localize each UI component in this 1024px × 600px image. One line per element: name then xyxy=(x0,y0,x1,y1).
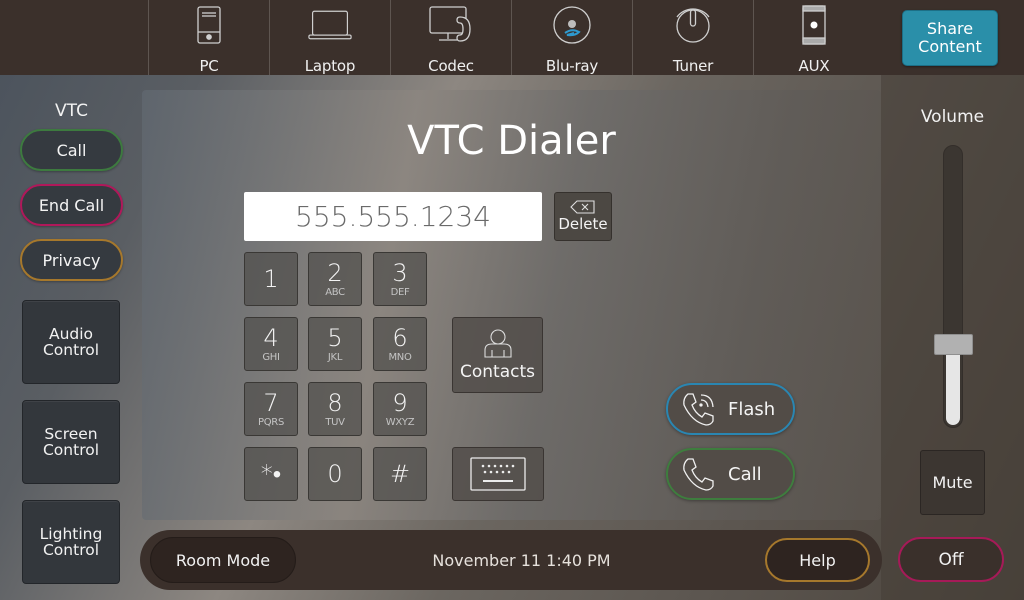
dial-number-input[interactable] xyxy=(244,192,542,241)
key-digit: 5 xyxy=(327,324,343,352)
tuner-knob-icon xyxy=(671,5,715,45)
key-digit: 6 xyxy=(392,324,408,352)
source-laptop-button[interactable]: Laptop xyxy=(269,0,390,75)
key-digit: 0 xyxy=(327,460,343,488)
key-letters: GHI xyxy=(262,352,280,363)
key-digit: 3 xyxy=(392,259,408,287)
phone-flash-icon xyxy=(683,393,714,426)
volume-label: Volume xyxy=(920,107,985,127)
key-digit: 1 xyxy=(263,265,279,293)
dialer-panel: VTC Dialer Delete 12ABC3DEF4GHI5JKL6MNO7… xyxy=(142,90,881,520)
person-icon xyxy=(483,329,512,358)
dial-call-button[interactable]: Call xyxy=(666,448,795,500)
source-label: Laptop xyxy=(304,57,356,75)
key-digit: *• xyxy=(260,460,282,488)
flash-button[interactable]: Flash xyxy=(666,383,795,435)
source-pc-button[interactable]: PC xyxy=(148,0,269,75)
end-call-button[interactable]: End Call xyxy=(20,184,123,226)
contacts-label: Contacts xyxy=(460,362,535,382)
volume-slider-track[interactable] xyxy=(943,145,963,428)
keypad-key[interactable]: 3 DEF xyxy=(373,252,427,306)
vtc-call-button[interactable]: Call xyxy=(20,129,123,171)
audio-control-button[interactable]: Audio Control xyxy=(22,300,120,384)
key-digit: 4 xyxy=(263,324,279,352)
laptop-icon xyxy=(308,5,352,45)
flash-label: Flash xyxy=(728,398,776,420)
share-content-button[interactable]: Share Content xyxy=(902,10,998,66)
codec-monitor-icon xyxy=(429,5,473,45)
datetime-display: November 11 1:40 PM xyxy=(432,551,611,570)
key-letters: JKL xyxy=(327,352,343,363)
source-label: Codec xyxy=(428,57,474,75)
delete-button[interactable]: Delete xyxy=(554,192,612,241)
keypad-key[interactable]: 4 GHI xyxy=(244,317,298,371)
source-label: Blu-ray xyxy=(545,57,599,75)
key-digit: 8 xyxy=(327,389,343,417)
key-digit: 9 xyxy=(392,389,408,417)
bottom-bar: Room Mode November 11 1:40 PM Help xyxy=(140,530,882,590)
key-letters: DEF xyxy=(390,287,410,298)
backspace-icon xyxy=(570,200,595,214)
screen-control-button[interactable]: Screen Control xyxy=(22,400,120,484)
lighting-control-button[interactable]: Lighting Control xyxy=(22,500,120,584)
screen-control-label: Screen Control xyxy=(42,425,100,459)
source-bar: PC Laptop Codec Blu-ray Tuner AUX Share … xyxy=(0,0,1024,75)
keypad-key[interactable]: 6 MNO xyxy=(373,317,427,371)
aux-phone-icon xyxy=(792,5,836,45)
delete-label: Delete xyxy=(558,215,608,233)
volume-slider-fill xyxy=(946,343,960,425)
lighting-control-label: Lighting Control xyxy=(39,525,103,559)
source-label: PC xyxy=(199,57,219,75)
contacts-button[interactable]: Contacts xyxy=(452,317,543,393)
bluray-disc-icon xyxy=(550,5,594,45)
source-bluray-button[interactable]: Blu-ray xyxy=(511,0,632,75)
room-mode-button[interactable]: Room Mode xyxy=(150,537,296,583)
phone-icon xyxy=(683,458,714,491)
key-letters: PQRS xyxy=(258,417,284,428)
keypad-key[interactable]: 1 xyxy=(244,252,298,306)
keypad-key[interactable]: *• xyxy=(244,447,298,501)
audio-control-label: Audio Control xyxy=(42,325,100,359)
source-aux-button[interactable]: AUX xyxy=(753,0,874,75)
keypad-key[interactable]: 8 TUV xyxy=(308,382,362,436)
key-digit: 7 xyxy=(263,389,279,417)
vtc-heading: VTC xyxy=(55,101,88,121)
mute-button[interactable]: Mute xyxy=(920,450,985,515)
desktop-tower-icon xyxy=(187,5,231,45)
keypad-key[interactable]: 5 JKL xyxy=(308,317,362,371)
key-letters: TUV xyxy=(325,417,345,428)
volume-slider-thumb[interactable] xyxy=(934,333,973,355)
key-letters: WXYZ xyxy=(385,417,415,428)
keypad-key[interactable]: 2 ABC xyxy=(308,252,362,306)
source-tuner-button[interactable]: Tuner xyxy=(632,0,753,75)
help-button[interactable]: Help xyxy=(765,538,870,582)
privacy-button[interactable]: Privacy xyxy=(20,239,123,281)
key-letters: ABC xyxy=(325,287,345,298)
source-label: AUX xyxy=(798,57,830,75)
page-title: VTC Dialer xyxy=(407,118,616,164)
keypad-key[interactable]: 9 WXYZ xyxy=(373,382,427,436)
power-off-button[interactable]: Off xyxy=(898,537,1004,582)
keypad-key[interactable]: 7 PQRS xyxy=(244,382,298,436)
call-label: Call xyxy=(728,463,762,485)
key-digit: # xyxy=(389,460,411,488)
keyboard-icon xyxy=(470,457,526,491)
keypad-key[interactable]: 0 xyxy=(308,447,362,501)
key-digit: 2 xyxy=(327,259,343,287)
keyboard-button[interactable] xyxy=(452,447,544,501)
source-codec-button[interactable]: Codec xyxy=(390,0,511,75)
keypad-key[interactable]: # xyxy=(373,447,427,501)
key-letters: MNO xyxy=(388,352,412,363)
source-label: Tuner xyxy=(672,57,714,75)
